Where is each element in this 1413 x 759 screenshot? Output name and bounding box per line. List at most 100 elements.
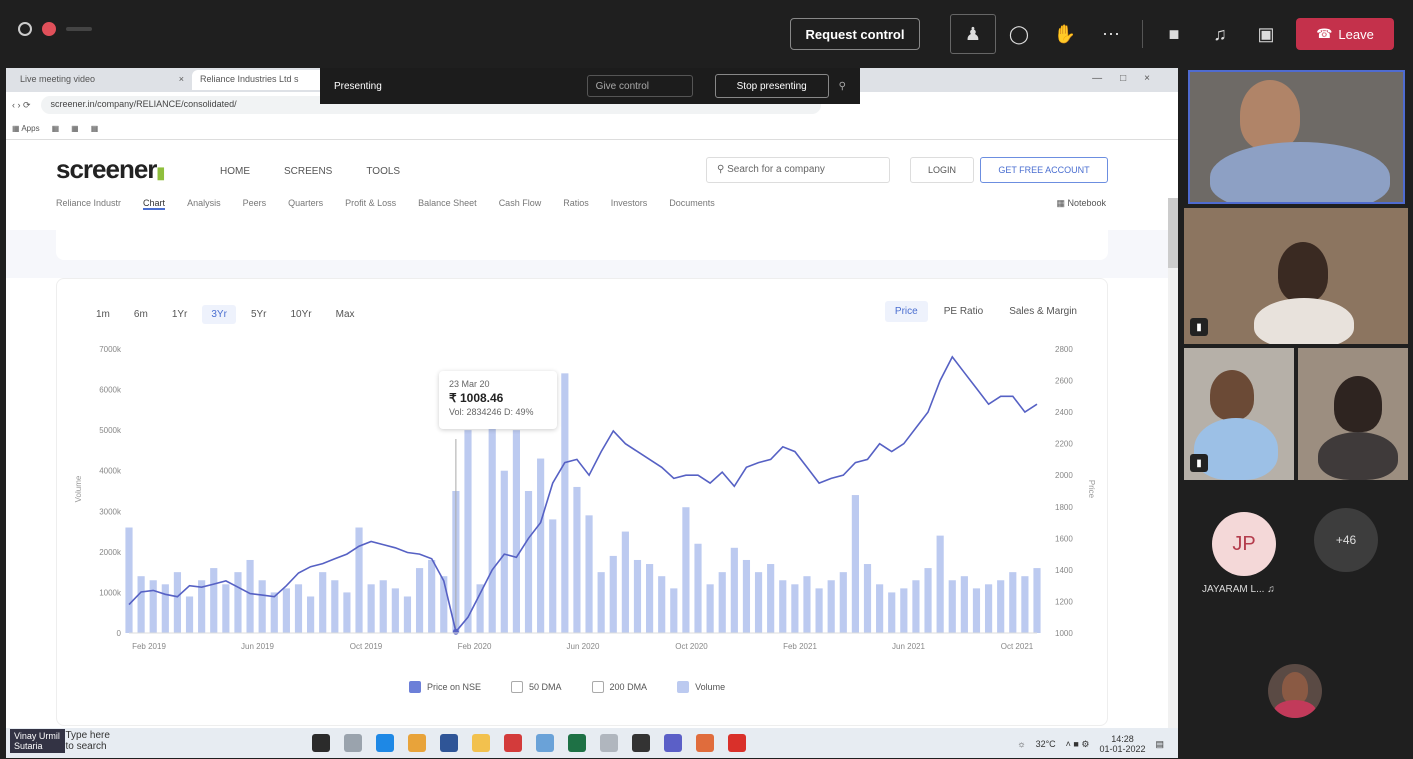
give-control-dropdown[interactable]: Give control bbox=[586, 75, 693, 97]
people-icon[interactable]: ♟ bbox=[950, 14, 996, 54]
bookmark-item[interactable]: ▦ Apps bbox=[12, 124, 40, 133]
legend-200dma[interactable]: 200 DMA bbox=[591, 681, 647, 693]
period-1m[interactable]: 1m bbox=[87, 305, 119, 324]
bookmark-item[interactable]: ▦ bbox=[91, 124, 99, 133]
period-1yr[interactable]: 1Yr bbox=[163, 305, 197, 324]
volume-bar bbox=[851, 495, 859, 633]
leave-label: Leave bbox=[1338, 26, 1374, 42]
section-tab[interactable]: Investors bbox=[611, 198, 648, 210]
acrobat-icon[interactable] bbox=[728, 734, 746, 752]
notifications-icon[interactable]: ▤ bbox=[1155, 739, 1164, 750]
bookmark-item[interactable]: ▦ bbox=[71, 124, 79, 133]
browser-tab[interactable]: Live meeting video × bbox=[12, 70, 192, 90]
stop-presenting-button[interactable]: Stop presenting bbox=[714, 74, 829, 98]
legend-50dma[interactable]: 50 DMA bbox=[511, 681, 562, 693]
react-icon[interactable]: ✋ bbox=[1042, 14, 1088, 54]
volume-bar bbox=[355, 527, 363, 633]
chat-icon[interactable]: ◯ bbox=[996, 14, 1042, 54]
x-tick-label: Jun 2019 bbox=[241, 642, 274, 651]
share-icon[interactable]: ▣ bbox=[1243, 14, 1289, 54]
section-tab[interactable]: Ratios bbox=[563, 198, 589, 210]
weather-icon[interactable]: ☼ bbox=[1017, 739, 1025, 749]
window-buttons[interactable]: —□× bbox=[1092, 73, 1168, 84]
screener-logo[interactable]: screener▮ bbox=[56, 154, 165, 185]
app-icon[interactable] bbox=[600, 734, 618, 752]
close-icon[interactable]: × bbox=[179, 74, 184, 86]
nav-home[interactable]: HOME bbox=[220, 166, 250, 177]
mode-pe-ratio[interactable]: PE Ratio bbox=[934, 301, 993, 322]
y-right-tick-label: 2800 bbox=[1055, 345, 1073, 354]
period-3yr[interactable]: 3Yr bbox=[202, 305, 236, 324]
volume-bar bbox=[658, 576, 666, 633]
page-scrollbar[interactable] bbox=[1168, 198, 1178, 758]
search-input[interactable]: ⚲ Search for a company bbox=[706, 157, 890, 183]
section-tab[interactable]: Reliance Industr bbox=[56, 198, 121, 210]
section-tab[interactable]: Balance Sheet bbox=[418, 198, 477, 210]
gmail-icon[interactable] bbox=[632, 734, 650, 752]
mic-muted-icon[interactable]: ♫ bbox=[1197, 14, 1243, 54]
leave-button[interactable]: ☎ Leave bbox=[1296, 18, 1394, 50]
login-button[interactable]: LOGIN bbox=[910, 157, 974, 183]
teams-icon[interactable] bbox=[664, 734, 682, 752]
folder-icon[interactable] bbox=[472, 734, 490, 752]
mode-price[interactable]: Price bbox=[884, 301, 928, 322]
word-icon[interactable] bbox=[440, 734, 458, 752]
video-tile-presenter[interactable] bbox=[1188, 70, 1405, 204]
task-view-icon[interactable] bbox=[312, 734, 330, 752]
video-tile[interactable]: ▮ bbox=[1184, 208, 1408, 344]
more-participants-button[interactable]: +46 bbox=[1314, 508, 1378, 572]
y-left-tick-label: 7000k bbox=[99, 345, 122, 354]
x-tick-label: Oct 2021 bbox=[1001, 642, 1034, 651]
search-placeholder: Search for a company bbox=[727, 164, 825, 175]
taskbar-search[interactable]: Vinay Urmil Sutaria Type here to search bbox=[10, 729, 120, 753]
section-tab[interactable]: Peers bbox=[243, 198, 267, 210]
chrome-icon[interactable] bbox=[408, 734, 426, 752]
period-6m[interactable]: 6m bbox=[125, 305, 157, 324]
mode-sales-margin[interactable]: Sales & Margin bbox=[999, 301, 1087, 322]
notebook-link[interactable]: ▦ Notebook bbox=[1056, 198, 1106, 209]
more-options-icon[interactable]: ⋯ bbox=[1088, 14, 1134, 54]
nav-screens[interactable]: SCREENS bbox=[284, 166, 332, 177]
section-tab[interactable]: Profit & Loss bbox=[345, 198, 396, 210]
pin-icon[interactable]: ⚲ bbox=[839, 81, 846, 92]
volume-bar bbox=[270, 592, 278, 633]
tray-icons[interactable]: ˄ ■ ⚙ bbox=[1066, 739, 1090, 750]
y-left-axis-label: Volume bbox=[74, 475, 83, 502]
search-text: Type here to search bbox=[65, 730, 110, 752]
camera-icon[interactable]: ■ bbox=[1151, 14, 1197, 54]
excel-icon[interactable] bbox=[568, 734, 586, 752]
volume-bar bbox=[307, 596, 315, 633]
get-free-account-button[interactable]: GET FREE ACCOUNT bbox=[980, 157, 1108, 183]
self-view[interactable] bbox=[1268, 664, 1322, 718]
video-tile[interactable]: ▮ bbox=[1184, 348, 1294, 480]
volume-bar bbox=[694, 543, 702, 633]
explorer-icon[interactable] bbox=[344, 734, 362, 752]
edge-icon[interactable] bbox=[376, 734, 394, 752]
legend-price[interactable]: Price on NSE bbox=[409, 681, 481, 693]
office-icon[interactable] bbox=[696, 734, 714, 752]
legend-volume[interactable]: Volume bbox=[677, 681, 725, 693]
request-control-button[interactable]: Request control bbox=[790, 18, 920, 50]
section-tab[interactable]: Cash Flow bbox=[499, 198, 542, 210]
bookmark-item[interactable]: ▦ bbox=[52, 124, 60, 133]
nav-arrows-icon[interactable]: ‹ › ⟳ bbox=[12, 100, 31, 111]
powerpoint-icon[interactable] bbox=[504, 734, 522, 752]
participant-avatar[interactable]: JP bbox=[1212, 512, 1276, 576]
section-tab[interactable]: Quarters bbox=[288, 198, 323, 210]
price-volume-chart[interactable]: 0 1000k 2000k 3000k 4000k 5000k 6000k 7000k 1000… bbox=[57, 339, 1109, 679]
scrollbar-thumb[interactable] bbox=[1168, 198, 1178, 268]
back-icon[interactable] bbox=[18, 22, 32, 36]
section-tab[interactable]: Analysis bbox=[187, 198, 221, 210]
period-max[interactable]: Max bbox=[327, 305, 364, 324]
period-5yr[interactable]: 5Yr bbox=[242, 305, 276, 324]
video-tile[interactable] bbox=[1298, 348, 1408, 480]
app-icon[interactable] bbox=[536, 734, 554, 752]
y-right-tick-label: 2000 bbox=[1055, 471, 1073, 480]
volume-bar bbox=[403, 596, 412, 633]
period-10yr[interactable]: 10Yr bbox=[282, 305, 321, 324]
section-tab-chart[interactable]: Chart bbox=[143, 198, 166, 210]
section-tab[interactable]: Documents bbox=[669, 198, 715, 210]
clock[interactable]: 14:28 01-01-2022 bbox=[1099, 734, 1145, 754]
nav-tools[interactable]: TOOLS bbox=[366, 166, 400, 177]
volume-bar bbox=[609, 555, 617, 633]
